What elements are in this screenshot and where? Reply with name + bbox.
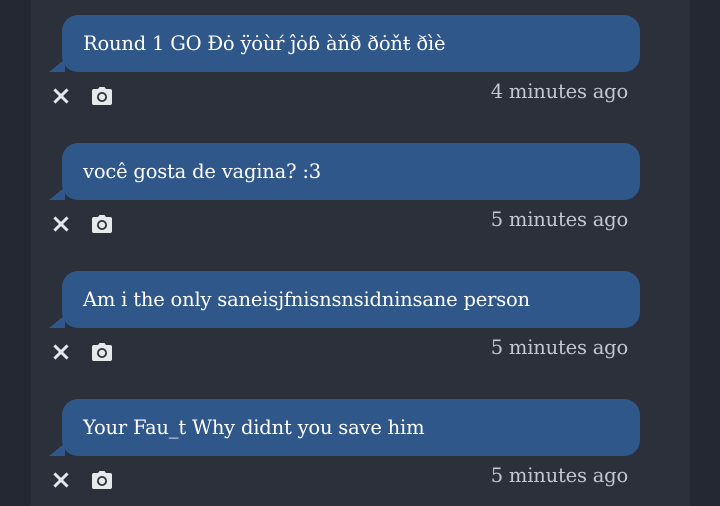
- dismiss-button[interactable]: [51, 342, 71, 362]
- message-item: Am i the only saneisjfnisnsnsidninsane p…: [31, 256, 690, 366]
- camera-icon: [92, 87, 112, 105]
- screenshot-button[interactable]: [90, 469, 114, 491]
- message-bubble: Your Fau_t Why didnt you save him: [62, 399, 640, 456]
- close-icon: [53, 472, 69, 488]
- screenshot-button[interactable]: [90, 213, 114, 235]
- message-text: Am i the only saneisjfnisnsnsidninsane p…: [83, 288, 530, 311]
- close-icon: [53, 216, 69, 232]
- message-item: Round 1 GO Ðȯ ÿȯùŕ ĵȯɓ àňð ðȯňŧ ðìè 4 mi…: [31, 0, 690, 110]
- screenshot-button[interactable]: [90, 85, 114, 107]
- message-timestamp: 5 minutes ago: [490, 464, 628, 487]
- close-icon: [53, 88, 69, 104]
- dismiss-button[interactable]: [51, 214, 71, 234]
- message-bubble: Am i the only saneisjfnisnsnsidninsane p…: [62, 271, 640, 328]
- message-timestamp: 5 minutes ago: [490, 208, 628, 231]
- dismiss-button[interactable]: [51, 86, 71, 106]
- dismiss-button[interactable]: [51, 470, 71, 490]
- message-text: você gosta de vagina? :3: [83, 160, 321, 183]
- message-text: Round 1 GO Ðȯ ÿȯùŕ ĵȯɓ àňð ðȯňŧ ðìè: [83, 32, 446, 55]
- message-item: você gosta de vagina? :3 5 minutes ago: [31, 128, 690, 238]
- message-timestamp: 4 minutes ago: [490, 80, 628, 103]
- message-bubble: Round 1 GO Ðȯ ÿȯùŕ ĵȯɓ àňð ðȯňŧ ðìè: [62, 15, 640, 72]
- message-feed: Round 1 GO Ðȯ ÿȯùŕ ĵȯɓ àňð ðȯňŧ ðìè 4 mi…: [31, 0, 690, 506]
- screenshot-button[interactable]: [90, 341, 114, 363]
- message-bubble: você gosta de vagina? :3: [62, 143, 640, 200]
- message-item: Your Fau_t Why didnt you save him 5 minu…: [31, 384, 690, 494]
- message-text: Your Fau_t Why didnt you save him: [83, 416, 425, 439]
- camera-icon: [92, 215, 112, 233]
- message-timestamp: 5 minutes ago: [490, 336, 628, 359]
- close-icon: [53, 344, 69, 360]
- camera-icon: [92, 343, 112, 361]
- camera-icon: [92, 471, 112, 489]
